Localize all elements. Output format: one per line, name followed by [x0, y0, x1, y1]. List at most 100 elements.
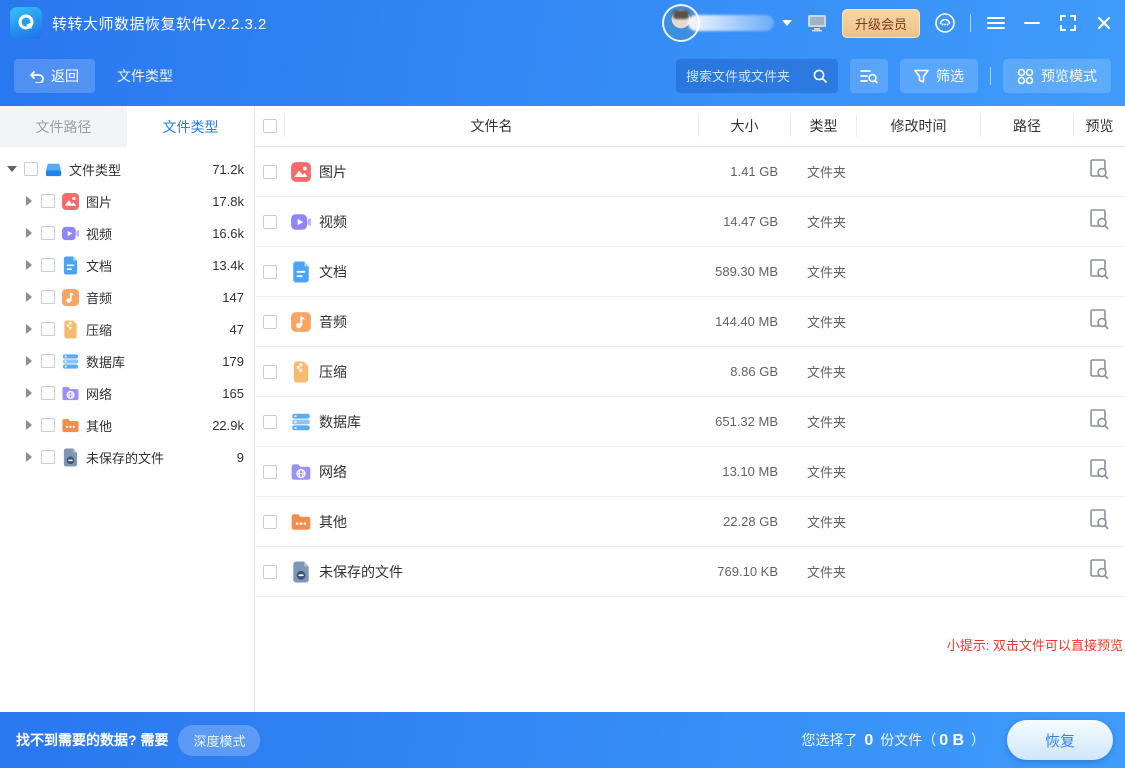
tree-checkbox[interactable]: [41, 194, 55, 208]
search-box[interactable]: [676, 59, 838, 93]
search-input[interactable]: [686, 69, 812, 84]
tree-item[interactable]: 其他22.9k: [0, 409, 254, 441]
expand-arrow-icon[interactable]: [23, 196, 35, 206]
table-row[interactable]: 图片1.41 GB文件夹: [255, 147, 1125, 197]
other-icon: [61, 416, 80, 435]
file-type: 文件夹: [790, 362, 856, 381]
column-header-size[interactable]: 大小: [698, 115, 790, 137]
tree-item[interactable]: 压缩47: [0, 313, 254, 345]
row-checkbox[interactable]: [263, 165, 277, 179]
tree-item[interactable]: 文档13.4k: [0, 249, 254, 281]
preview-button[interactable]: [1073, 408, 1125, 435]
table-row[interactable]: 压缩8.86 GB文件夹: [255, 347, 1125, 397]
menu-icon[interactable]: [985, 12, 1007, 34]
unsaved-icon: [61, 448, 80, 467]
preview-button[interactable]: [1073, 508, 1125, 535]
preview-button[interactable]: [1073, 458, 1125, 485]
recover-button[interactable]: 恢复: [1007, 720, 1113, 760]
preview-button[interactable]: [1073, 358, 1125, 385]
back-button[interactable]: 返回: [14, 59, 95, 93]
column-header-type[interactable]: 类型: [790, 115, 856, 137]
maximize-icon[interactable]: [1057, 12, 1079, 34]
chevron-down-icon[interactable]: [782, 20, 792, 26]
video-icon: [290, 211, 312, 233]
table-row[interactable]: 视频14.47 GB文件夹: [255, 197, 1125, 247]
expand-arrow-icon[interactable]: [23, 388, 35, 398]
preview-button[interactable]: [1073, 158, 1125, 185]
column-header-name[interactable]: 文件名: [284, 115, 698, 137]
tree-checkbox[interactable]: [41, 418, 55, 432]
tree-checkbox[interactable]: [41, 258, 55, 272]
tab-file-type[interactable]: 文件类型: [127, 106, 254, 147]
table-row[interactable]: 网络13.10 MB文件夹: [255, 447, 1125, 497]
column-header-path[interactable]: 路径: [980, 115, 1073, 137]
tree-item[interactable]: 文件类型71.2k: [0, 153, 254, 185]
preview-button[interactable]: [1073, 208, 1125, 235]
table-row[interactable]: 音频144.40 MB文件夹: [255, 297, 1125, 347]
user-account[interactable]: [662, 4, 792, 42]
expand-arrow-icon[interactable]: [23, 292, 35, 302]
filter-button[interactable]: 筛选: [900, 59, 978, 93]
expand-arrow-icon[interactable]: [23, 260, 35, 270]
file-type-tree: 文件类型71.2k图片17.8k视频16.6k文档13.4k音频147压缩47数…: [0, 147, 254, 473]
minimize-icon[interactable]: [1021, 12, 1043, 34]
tree-checkbox[interactable]: [41, 386, 55, 400]
expand-arrow-icon[interactable]: [23, 356, 35, 366]
row-checkbox[interactable]: [263, 515, 277, 529]
preview-icon: [1089, 508, 1109, 535]
customer-service-icon[interactable]: [934, 12, 956, 34]
tree-item[interactable]: 音频147: [0, 281, 254, 313]
preview-mode-button[interactable]: 预览模式: [1003, 59, 1111, 93]
row-checkbox[interactable]: [263, 365, 277, 379]
tree-item[interactable]: 未保存的文件9: [0, 441, 254, 473]
tree-checkbox[interactable]: [41, 450, 55, 464]
row-checkbox[interactable]: [263, 315, 277, 329]
expand-arrow-icon[interactable]: [23, 228, 35, 238]
tree-item[interactable]: 网络165: [0, 377, 254, 409]
tree-item[interactable]: 数据库179: [0, 345, 254, 377]
tree-item-count: 47: [230, 322, 254, 337]
column-header-mtime[interactable]: 修改时间: [856, 115, 980, 137]
tab-file-path[interactable]: 文件路径: [0, 106, 127, 147]
row-checkbox[interactable]: [263, 565, 277, 579]
file-type: 文件夹: [790, 412, 856, 431]
row-checkbox[interactable]: [263, 415, 277, 429]
tree-checkbox[interactable]: [41, 322, 55, 336]
close-icon[interactable]: [1093, 12, 1115, 34]
preview-icon: [1089, 208, 1109, 235]
archive-icon: [61, 320, 80, 339]
upgrade-member-button[interactable]: 升级会员: [842, 9, 920, 38]
select-all-checkbox[interactable]: [263, 119, 277, 133]
column-header-preview[interactable]: 预览: [1073, 115, 1125, 137]
tree-item[interactable]: 视频16.6k: [0, 217, 254, 249]
table-row[interactable]: 其他22.28 GB文件夹: [255, 497, 1125, 547]
expand-arrow-icon[interactable]: [23, 324, 35, 334]
collapse-arrow-icon[interactable]: [6, 166, 18, 172]
tree-item-count: 165: [222, 386, 254, 401]
expand-arrow-icon[interactable]: [23, 452, 35, 462]
tree-checkbox[interactable]: [41, 290, 55, 304]
tree-checkbox[interactable]: [41, 354, 55, 368]
preview-button[interactable]: [1073, 308, 1125, 335]
preview-button[interactable]: [1073, 558, 1125, 585]
row-checkbox[interactable]: [263, 215, 277, 229]
tree-checkbox[interactable]: [41, 226, 55, 240]
row-checkbox[interactable]: [263, 265, 277, 279]
divider: [970, 14, 971, 32]
tree-item-label: 文件类型: [69, 160, 212, 179]
file-table: 文件名 大小 类型 修改时间 路径 预览 图片1.41 GB文件夹视频14.47…: [255, 106, 1125, 712]
row-checkbox[interactable]: [263, 465, 277, 479]
preview-button[interactable]: [1073, 258, 1125, 285]
expand-arrow-icon[interactable]: [23, 420, 35, 430]
deep-mode-button[interactable]: 深度模式: [178, 725, 260, 756]
tree-item[interactable]: 图片17.8k: [0, 185, 254, 217]
tree-checkbox[interactable]: [24, 162, 38, 176]
search-list-button[interactable]: [850, 59, 888, 93]
table-row[interactable]: 文档589.30 MB文件夹: [255, 247, 1125, 297]
table-row[interactable]: 未保存的文件769.10 KB文件夹: [255, 547, 1125, 597]
table-row[interactable]: 数据库651.32 MB文件夹: [255, 397, 1125, 447]
grid-view-icon: [1017, 68, 1034, 85]
monitor-icon[interactable]: [806, 12, 828, 34]
preview-icon: [1089, 408, 1109, 435]
search-icon[interactable]: [812, 68, 828, 84]
